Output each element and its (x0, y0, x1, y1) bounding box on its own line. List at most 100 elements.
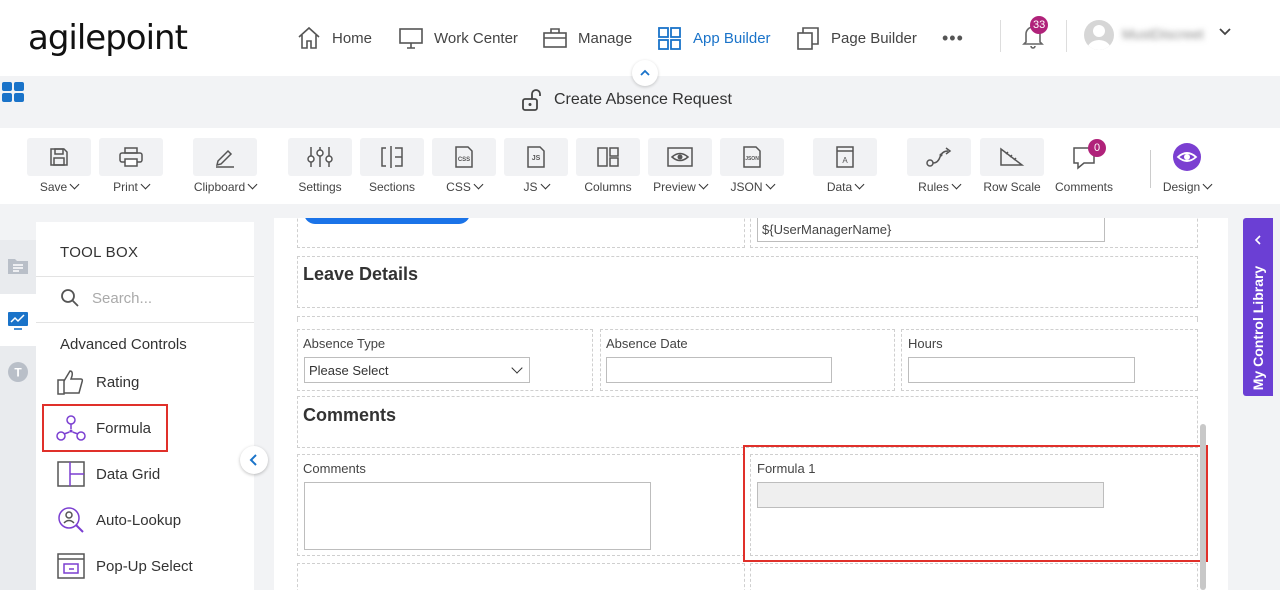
canvas-scrollbar[interactable] (1200, 424, 1206, 590)
preview-button[interactable]: Preview (647, 138, 713, 194)
nav-page-builder[interactable]: Page Builder (795, 22, 917, 54)
comments-count-badge: 0 (1088, 139, 1106, 157)
absence-date-field[interactable] (606, 357, 832, 383)
form-cell[interactable] (750, 563, 1198, 590)
control-auto-lookup[interactable]: Auto-Lookup (56, 504, 181, 536)
print-button[interactable]: Print (98, 138, 164, 194)
home-icon (298, 26, 320, 49)
comments-section[interactable] (297, 396, 1198, 448)
sections-button[interactable]: Sections (359, 138, 425, 194)
form-cell[interactable] (297, 218, 745, 248)
css-button[interactable]: CSS CSS (431, 138, 497, 194)
avatar[interactable] (1084, 20, 1114, 50)
nav-page-builder-label: Page Builder (831, 29, 917, 47)
comments-textarea[interactable] (304, 482, 651, 550)
nav-home-label: Home (332, 29, 373, 47)
divider (36, 276, 254, 277)
json-button[interactable]: JSON JSON (719, 138, 785, 194)
toolbox-search (60, 288, 232, 308)
comments-ribbon-label: Comments (1054, 180, 1113, 194)
save-button[interactable]: Save (26, 138, 92, 194)
absence-type-select[interactable]: Please Select (304, 357, 530, 383)
rules-button[interactable]: Rules (906, 138, 972, 194)
user-manager-name-field[interactable] (757, 218, 1105, 242)
svg-text:T: T (14, 366, 22, 380)
grid-icon (658, 27, 681, 50)
data-grid-icon (57, 461, 85, 487)
chevron-left-icon (1254, 235, 1261, 245)
js-label: JS (523, 180, 538, 194)
divider (36, 322, 254, 323)
columns-label: Columns (584, 180, 632, 194)
rail-analytics-button[interactable] (0, 294, 36, 346)
control-pop-up-select[interactable]: Pop-Up Select (56, 550, 193, 582)
user-name: MustDiscreet (1122, 26, 1204, 42)
unlock-icon[interactable] (520, 88, 546, 112)
clipboard-button[interactable]: Clipboard (192, 138, 258, 194)
ribbon-divider (1150, 150, 1151, 188)
control-formula[interactable]: Formula (42, 404, 168, 452)
chevron-down-icon[interactable] (1218, 26, 1232, 38)
comments-button[interactable]: 0 Comments (1051, 138, 1117, 194)
form-row (297, 316, 1198, 322)
copy-icon (797, 27, 819, 50)
rules-icon (926, 147, 952, 167)
nav-work-center[interactable]: Work Center (398, 22, 518, 54)
agilepoint-logo[interactable]: agilepoint (28, 18, 188, 58)
nav-manage[interactable]: Manage (542, 22, 632, 54)
more-menu-button[interactable]: ••• (942, 22, 964, 54)
json-label: JSON (730, 180, 763, 194)
js-button[interactable]: JS JS (503, 138, 569, 194)
auto-lookup-icon (58, 507, 84, 533)
svg-text:JS: JS (532, 155, 541, 162)
thumbs-up-icon (57, 370, 84, 395)
apps-grid-icon[interactable] (2, 82, 26, 104)
my-control-library-tab[interactable]: My Control Library (1243, 218, 1273, 396)
print-label: Print (113, 180, 138, 194)
absence-type-label: Absence Type (303, 336, 386, 351)
theme-t-icon: T (8, 362, 28, 382)
notifications-button[interactable]: 33 (1020, 16, 1049, 55)
design-button[interactable]: Design (1154, 138, 1220, 194)
rules-label: Rules (918, 180, 949, 194)
control-auto-lookup-label: Auto-Lookup (96, 511, 182, 529)
settings-label: Settings (298, 180, 342, 194)
search-input[interactable] (92, 289, 232, 307)
control-data-grid[interactable]: Data Grid (56, 458, 160, 490)
chart-monitor-icon (8, 312, 28, 330)
svg-text:CSS: CSS (458, 157, 470, 163)
form-title-text: Create Absence Request (554, 91, 732, 108)
formula-highlight-box (743, 445, 1208, 562)
data-button[interactable]: A Data (812, 138, 878, 194)
hours-field[interactable] (908, 357, 1135, 383)
rail-forms-button[interactable] (0, 240, 36, 292)
rail-theme-button[interactable]: T (0, 346, 36, 398)
sections-icon (381, 146, 403, 168)
settings-button[interactable]: Settings (287, 138, 353, 194)
preview-label: Preview (653, 180, 696, 194)
save-label: Save (39, 180, 68, 194)
control-rating[interactable]: Rating (56, 366, 139, 398)
data-label: Data (826, 180, 853, 194)
collapse-header-button[interactable] (632, 60, 658, 86)
left-rail: T (0, 240, 36, 590)
columns-icon (597, 147, 619, 167)
form-cell[interactable] (297, 563, 745, 590)
leave-details-section[interactable] (297, 256, 1198, 308)
search-icon (61, 289, 79, 307)
columns-button[interactable]: Columns (575, 138, 641, 194)
chevron-down-icon (511, 362, 523, 374)
my-control-library-label: My Control Library (1250, 265, 1266, 391)
collapse-toolbox-button[interactable] (240, 446, 268, 474)
nav-work-center-label: Work Center (434, 29, 518, 47)
data-book-icon: A (836, 146, 854, 168)
nav-divider (1000, 20, 1001, 52)
eye-icon (667, 147, 693, 167)
row-scale-button[interactable]: Row Scale (979, 138, 1045, 194)
svg-text:JSON: JSON (745, 156, 759, 162)
js-file-icon: JS (527, 146, 545, 168)
nav-home[interactable]: Home (296, 22, 372, 54)
nav-divider (1066, 20, 1067, 52)
clipboard-label: Clipboard (193, 180, 246, 194)
nav-app-builder[interactable]: App Builder (657, 22, 771, 54)
